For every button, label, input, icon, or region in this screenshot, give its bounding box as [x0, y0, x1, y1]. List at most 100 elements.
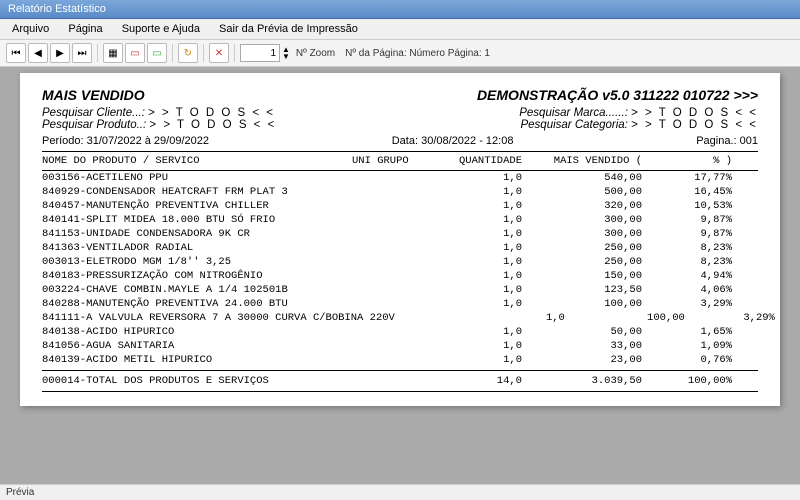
pagina-text: Pagina.: 001 — [696, 135, 758, 147]
table-row: 841111-A VALVULA REVERSORA 7 A 30000 CUR… — [42, 311, 758, 325]
cell-pct: 0,76% — [642, 354, 732, 366]
zoom-spinner-icon[interactable]: ▲▼ — [282, 46, 290, 60]
table-row: 840183-PRESSURIZAÇÃO COM NITROGÊNIO 1,015… — [42, 269, 758, 283]
cell-qtd: 1,0 — [432, 172, 522, 184]
cell-qtd: 1,0 — [432, 242, 522, 254]
cell-val: 123,50 — [522, 284, 642, 296]
cell-val: 100,00 — [565, 312, 685, 324]
cell-qtd: 1,0 — [432, 354, 522, 366]
table-row: 840929-CONDENSADOR HEATCRAFT FRM PLAT 3 1… — [42, 185, 758, 199]
report-page: MAIS VENDIDO DEMONSTRAÇÃO v5.0 311222 01… — [20, 73, 780, 406]
cell-val: 50,00 — [522, 326, 642, 338]
cell-pct: 8,23% — [642, 242, 732, 254]
cell-val: 300,00 — [522, 214, 642, 226]
cell-pct: 4,94% — [642, 270, 732, 282]
cell-qtd: 1,0 — [432, 326, 522, 338]
cell-val: 500,00 — [522, 186, 642, 198]
cell-qtd: 1,0 — [432, 270, 522, 282]
report-title-right: DEMONSTRAÇÃO v5.0 311222 010722 >>> — [477, 87, 758, 103]
cell-val: 150,00 — [522, 270, 642, 282]
next-page-button[interactable]: ▶ — [50, 43, 70, 63]
table-row: 840138-ACIDO HIPURICO1,050,001,65% — [42, 325, 758, 339]
report-title-left: MAIS VENDIDO — [42, 87, 145, 103]
menu-suporte[interactable]: Suporte e Ajuda — [114, 21, 208, 37]
produto-value: > > T O D O S < < — [149, 119, 276, 131]
col-nome: NOME DO PRODUTO / SERVICO — [42, 155, 352, 167]
cell-val: 23,00 — [522, 354, 642, 366]
menubar: Arquivo Página Suporte e Ajuda Sair da P… — [0, 19, 800, 40]
cell-pct: 3,29% — [642, 298, 732, 310]
separator-icon — [234, 44, 235, 62]
cell-nome: 003224-CHAVE COMBIN.MAYLE A 1/4 102501B — [42, 284, 352, 296]
menu-pagina[interactable]: Página — [60, 21, 110, 37]
table-row: 841056-AGUA SANITARIA1,033,001,09% — [42, 339, 758, 353]
cell-pct: 17,77% — [642, 172, 732, 184]
table-row: 003013-ELETRODO MGM 1/8'' 3,25 1,0250,008… — [42, 255, 758, 269]
last-page-button[interactable]: ⏭ — [72, 43, 92, 63]
cell-val: 300,00 — [522, 228, 642, 240]
marca-label: Pesquisar Marca......: — [519, 107, 628, 119]
cell-qtd: 1,0 — [432, 186, 522, 198]
table-header: NOME DO PRODUTO / SERVICO UNI GRUPO QUAN… — [42, 151, 758, 171]
separator-icon — [172, 44, 173, 62]
cliente-value: > > T O D O S < < — [148, 107, 275, 119]
multi-page-button[interactable]: ▭ — [147, 43, 167, 63]
window-title: Relatório Estatístico — [8, 3, 106, 15]
cell-val: 33,00 — [522, 340, 642, 352]
status-text: Prévia — [6, 487, 34, 498]
table-row: 840141-SPLIT MIDEA 18.000 BTU SÓ FRIO1,0… — [42, 213, 758, 227]
first-page-button[interactable]: ⏮ — [6, 43, 26, 63]
cell-nome: 841153-UNIDADE CONDENSADORA 9K CR — [42, 228, 352, 240]
cell-pct: 9,87% — [642, 228, 732, 240]
categoria-value: > > T O D O S < < — [631, 119, 758, 131]
cell-nome: 841111-A VALVULA REVERSORA 7 A 30000 CUR… — [42, 312, 395, 324]
total-nome: 000014-TOTAL DOS PRODUTOS E SERVIÇOS — [42, 375, 352, 387]
periodo-text: Período: 31/07/2022 à 29/09/2022 — [42, 135, 209, 147]
menu-sair[interactable]: Sair da Prévia de Impressão — [211, 21, 366, 37]
cell-nome: 841363-VENTILADOR RADIAL — [42, 242, 352, 254]
single-page-button[interactable]: ▭ — [125, 43, 145, 63]
cell-nome: 840183-PRESSURIZAÇÃO COM NITROGÊNIO — [42, 270, 352, 282]
separator-icon — [203, 44, 204, 62]
cell-pct: 4,06% — [642, 284, 732, 296]
cell-nome: 840288-MANUTENÇÃO PREVENTIVA 24.000 BTU — [42, 298, 352, 310]
table-row: 003156-ACETILENO PPU1,0540,0017,77% — [42, 171, 758, 185]
cell-val: 250,00 — [522, 256, 642, 268]
cell-qtd: 1,0 — [432, 256, 522, 268]
cell-qtd: 1,0 — [432, 200, 522, 212]
menu-arquivo[interactable]: Arquivo — [4, 21, 57, 37]
cell-nome: 841056-AGUA SANITARIA — [42, 340, 352, 352]
col-uni: UNI GRUPO — [352, 155, 432, 167]
cell-val: 540,00 — [522, 172, 642, 184]
table-row: 840288-MANUTENÇÃO PREVENTIVA 24.000 BTU 1… — [42, 297, 758, 311]
cell-qtd: 1,0 — [475, 312, 565, 324]
table-body: 003156-ACETILENO PPU1,0540,0017,77%84092… — [42, 171, 758, 367]
cell-pct: 8,23% — [642, 256, 732, 268]
table-row: 003224-CHAVE COMBIN.MAYLE A 1/4 102501B 1… — [42, 283, 758, 297]
table-row: 840139-ACIDO METIL HIPURICO 1,023,000,76% — [42, 353, 758, 367]
cell-pct: 1,09% — [642, 340, 732, 352]
window-titlebar: Relatório Estatístico — [0, 0, 800, 19]
table-row: 840457-MANUTENÇÃO PREVENTIVA CHILLER1,03… — [42, 199, 758, 213]
close-preview-button[interactable]: ✕ — [209, 43, 229, 63]
marca-value: > > T O D O S < < — [631, 107, 758, 119]
total-pct: 100,00% — [642, 375, 732, 387]
preview-workspace[interactable]: MAIS VENDIDO DEMONSTRAÇÃO v5.0 311222 01… — [0, 67, 800, 487]
col-pct: % ) — [642, 155, 732, 167]
cell-nome: 003013-ELETRODO MGM 1/8'' 3,25 — [42, 256, 352, 268]
prev-page-button[interactable]: ◀ — [28, 43, 48, 63]
col-val: MAIS VENDIDO ( — [522, 155, 642, 167]
total-val: 3.039,50 — [522, 375, 642, 387]
cell-val: 100,00 — [522, 298, 642, 310]
grid-view-button[interactable]: ▦ — [103, 43, 123, 63]
cell-nome: 840929-CONDENSADOR HEATCRAFT FRM PLAT 3 — [42, 186, 352, 198]
separator-icon — [97, 44, 98, 62]
cell-pct: 16,45% — [642, 186, 732, 198]
refresh-button[interactable]: ↻ — [178, 43, 198, 63]
cell-pct: 3,29% — [685, 312, 775, 324]
cell-nome: 840457-MANUTENÇÃO PREVENTIVA CHILLER — [42, 200, 352, 212]
zoom-input[interactable] — [240, 44, 280, 62]
cell-val: 250,00 — [522, 242, 642, 254]
cell-nome: 840139-ACIDO METIL HIPURICO — [42, 354, 352, 366]
cell-qtd: 1,0 — [432, 284, 522, 296]
